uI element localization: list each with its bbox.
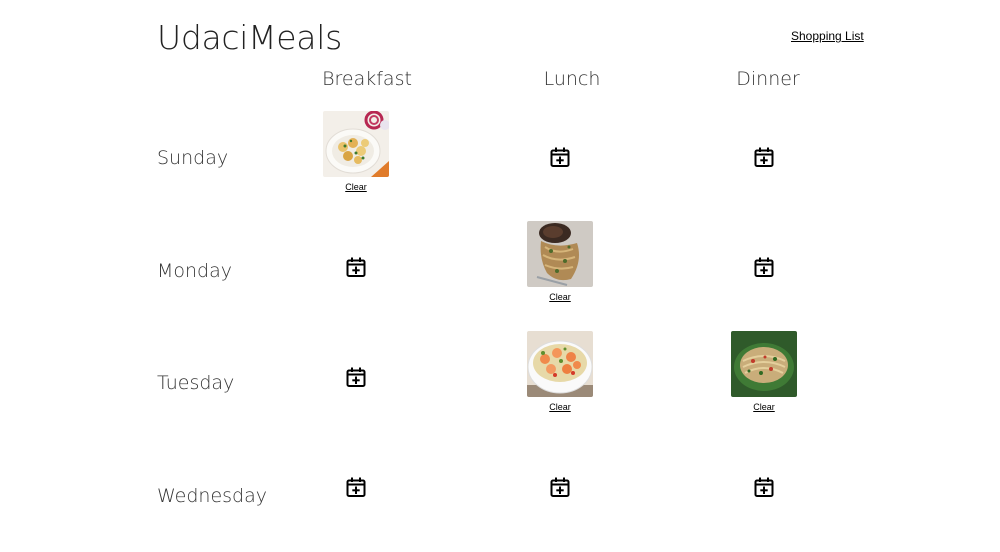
meal-photo [731, 331, 797, 397]
clear-link-monday-lunch[interactable]: Clear [527, 292, 593, 302]
clear-link-tuesday-dinner[interactable]: Clear [731, 402, 797, 412]
column-header-lunch: Lunch [543, 68, 601, 90]
meal-image-sunday-breakfast[interactable] [323, 111, 389, 177]
add-meal-button-sunday-lunch[interactable] [549, 146, 571, 168]
calendar-plus-icon [550, 477, 570, 497]
meal-photo [527, 331, 593, 397]
day-label-wednesday: Wednesday [157, 485, 268, 507]
meal-image-monday-lunch[interactable] [527, 221, 593, 287]
meal-photo [527, 221, 593, 287]
calendar-plus-icon [346, 477, 366, 497]
calendar-plus-icon [346, 367, 366, 387]
calendar-plus-icon [346, 257, 366, 277]
column-header-breakfast: Breakfast [322, 68, 412, 90]
add-meal-button-wednesday-breakfast[interactable] [345, 476, 367, 498]
shopping-list-link[interactable]: Shopping List [791, 29, 864, 43]
day-label-tuesday: Tuesday [157, 372, 235, 394]
calendar-plus-icon [550, 147, 570, 167]
add-meal-button-sunday-dinner[interactable] [753, 146, 775, 168]
meal-image-tuesday-lunch[interactable] [527, 331, 593, 397]
calendar-plus-icon [754, 147, 774, 167]
clear-link-sunday-breakfast[interactable]: Clear [323, 182, 389, 192]
add-meal-button-tuesday-breakfast[interactable] [345, 366, 367, 388]
calendar-plus-icon [754, 257, 774, 277]
day-label-sunday: Sunday [157, 147, 229, 169]
meal-photo [323, 111, 389, 177]
column-header-dinner: Dinner [736, 68, 800, 90]
add-meal-button-monday-breakfast[interactable] [345, 256, 367, 278]
meal-image-tuesday-dinner[interactable] [731, 331, 797, 397]
add-meal-button-wednesday-dinner[interactable] [753, 476, 775, 498]
calendar-plus-icon [754, 477, 774, 497]
add-meal-button-monday-dinner[interactable] [753, 256, 775, 278]
app-title: UdaciMeals [157, 18, 342, 57]
add-meal-button-wednesday-lunch[interactable] [549, 476, 571, 498]
clear-link-tuesday-lunch[interactable]: Clear [527, 402, 593, 412]
day-label-monday: Monday [157, 260, 233, 282]
